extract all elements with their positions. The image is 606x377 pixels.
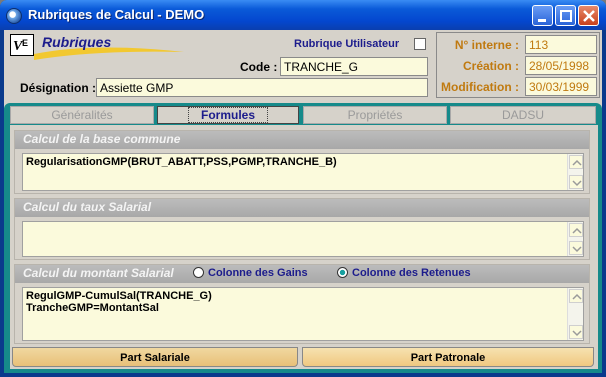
title-bar[interactable]: Rubriques de Calcul - DEMO [0,0,606,30]
radio-colonne-gains[interactable]: Colonne des Gains [193,267,308,279]
client-area: VE Rubriques Rubrique Utilisateur Code :… [4,30,602,373]
tab-strip: Généralités Formules Propriétés DADSU [10,106,598,124]
montant-formula-line2: TrancheGMP=MontantSal [26,302,159,314]
code-label: Code : [240,60,278,74]
tab-proprietes[interactable]: Propriétés [303,106,447,124]
info-panel: N° interne : 113 Création : 28/05/1998 M… [436,32,600,98]
scroll-up-button[interactable] [569,223,583,237]
creation-label: Création : [462,59,519,73]
chevron-down-icon [572,330,582,337]
scroll-down-button[interactable] [569,241,583,255]
designation-field[interactable]: Assiette GMP [96,78,428,97]
chevron-down-icon [572,180,582,187]
tab-formules-label: Formules [187,107,268,123]
window: Rubriques de Calcul - DEMO VE Rubriques … [0,0,606,377]
logo-title: Rubriques [42,34,112,50]
header-panel: VE Rubriques Rubrique Utilisateur Code :… [4,30,602,102]
scroll-up-button[interactable] [569,289,583,303]
radio-retenues-circle[interactable] [337,267,348,278]
radio-gains-label: Colonne des Gains [208,267,308,279]
creation-field[interactable]: 28/05/1998 [525,56,597,75]
base-commune-scrollbar[interactable] [567,154,583,190]
app-icon[interactable] [6,8,22,24]
tab-formules[interactable]: Formules [157,106,299,124]
rubrique-utilisateur-text: Rubrique Utilisateur [294,38,400,50]
tab-dadsu-label: DADSU [501,108,544,122]
chevron-down-icon [572,246,582,253]
svg-text:E: E [22,38,28,48]
base-commune-formula-field[interactable]: RegularisationGMP(BRUT_ABATT,PSS,PGMP,TR… [22,153,584,191]
minimize-icon [538,19,546,22]
rubrique-utilisateur-label: Rubrique Utilisateur [294,38,399,50]
radio-colonne-retenues[interactable]: Colonne des Retenues [337,267,471,279]
maximize-icon [560,10,572,22]
radio-retenues-label: Colonne des Retenues [352,267,471,279]
taux-salarial-scrollbar[interactable] [567,222,583,256]
logo-icon: VE [10,34,34,56]
code-field[interactable]: TRANCHE_G [280,57,428,76]
modification-label: Modification : [441,80,519,94]
tab-part-patronale[interactable]: Part Patronale [302,347,594,367]
montant-formula-line1: RegulGMP-CumulSal(TRANCHE_G) [26,290,212,302]
chevron-up-icon [572,227,582,234]
group-montant-salarial: Calcul du montant Salarial Colonne des G… [14,264,590,344]
base-commune-formula-text: RegularisationGMP(BRUT_ABATT,PSS,PGMP,TR… [26,156,337,168]
montant-salarial-formula-field[interactable]: RegulGMP-CumulSal(TRANCHE_G) TrancheGMP=… [22,287,584,341]
tab-generalites-label: Généralités [51,108,113,122]
formules-tab-body: Calcul de la base commune Regularisation… [10,125,598,369]
chevron-up-icon [572,293,582,300]
rubrique-utilisateur-checkbox[interactable] [414,38,426,50]
close-icon [583,10,595,22]
tab-generalites[interactable]: Généralités [10,106,154,124]
window-title: Rubriques de Calcul - DEMO [28,7,205,22]
maximize-button[interactable] [555,5,576,26]
scroll-down-button[interactable] [569,175,583,189]
close-button[interactable] [578,5,599,26]
tab-part-salariale[interactable]: Part Salariale [12,347,298,367]
scroll-down-button[interactable] [569,325,583,339]
group-base-commune-title: Calcul de la base commune [15,131,589,149]
tab-area: Généralités Formules Propriétés DADSU Ca… [4,103,602,373]
chevron-up-icon [572,159,582,166]
montant-salarial-scrollbar[interactable] [567,288,583,340]
tab-dadsu[interactable]: DADSU [450,106,596,124]
numero-interne-field[interactable]: 113 [525,35,597,54]
group-taux-salarial-title: Calcul du taux Salarial [15,199,589,217]
group-taux-salarial: Calcul du taux Salarial [14,198,590,260]
numero-interne-label: N° interne : [454,38,519,52]
minimize-button[interactable] [532,5,553,26]
modification-field[interactable]: 30/03/1999 [525,77,597,96]
group-base-commune: Calcul de la base commune Regularisation… [14,130,590,194]
scroll-up-button[interactable] [569,155,583,169]
taux-salarial-formula-field[interactable] [22,221,584,257]
radio-gains-circle[interactable] [193,267,204,278]
designation-label: Désignation : [20,81,97,95]
tab-proprietes-label: Propriétés [347,108,403,122]
